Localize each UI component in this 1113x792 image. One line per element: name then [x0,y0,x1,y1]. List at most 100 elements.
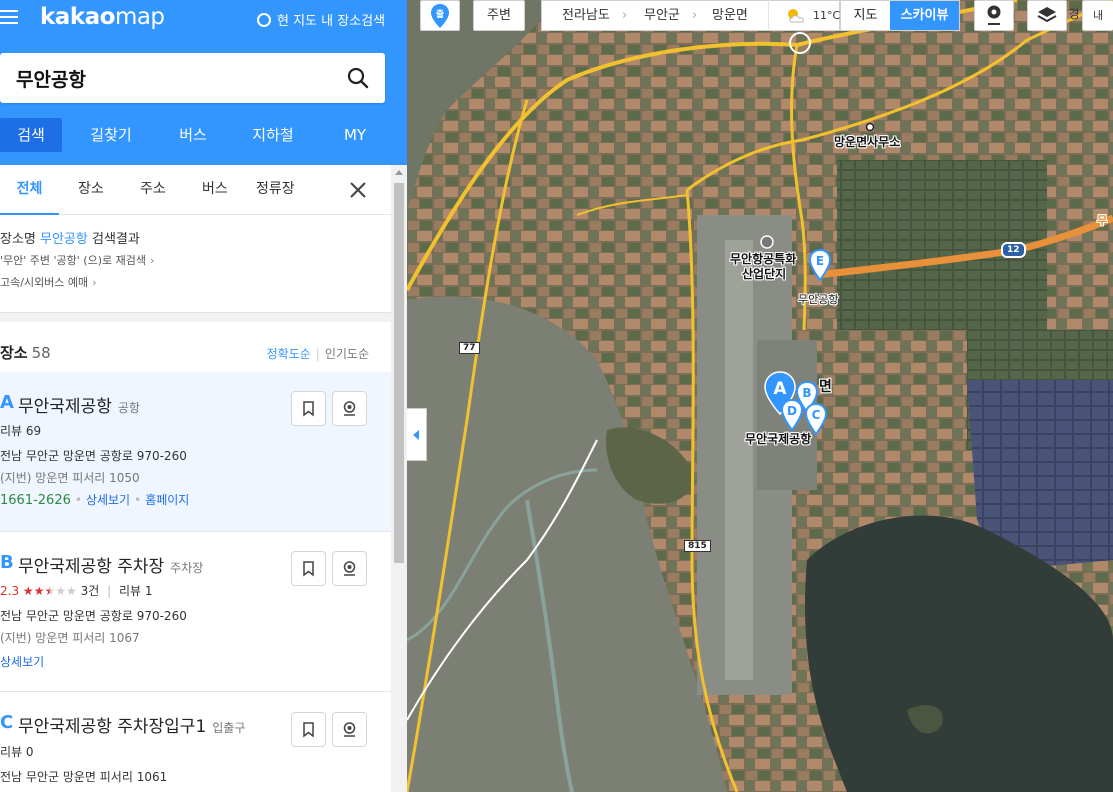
research-link[interactable]: '무안' 주변 '공항' (으)로 재검색 › [0,250,391,272]
extra-tool-fragment[interactable]: 경도 [1066,0,1082,31]
map-pin-e[interactable]: E [808,248,832,282]
tab-search[interactable]: 검색 [0,118,62,152]
star-empty-icon: ★ [55,584,66,598]
roadview-icon [987,5,1001,25]
search-input[interactable] [16,63,336,93]
place-name[interactable]: 무안국제공항 공항 [18,392,140,417]
rating-count[interactable]: 3건 [81,584,100,598]
roadview-icon [343,561,356,576]
map-label-edge-fragment: 무 [1097,214,1108,227]
roadview-button[interactable] [332,712,367,747]
places-count: 58 [31,344,51,362]
bookmark-icon [303,722,314,738]
place-item[interactable]: A 무안국제공항 공항 리뷰 69 전남 무안군 망운면 공항로 970-260 … [0,372,391,532]
place-review[interactable]: 리뷰 1 [119,584,153,598]
panel-collapse-button[interactable] [407,408,427,461]
route-12-shield: 12 [1001,242,1026,258]
map-label-town-fragment: 면 [819,379,832,395]
homepage-link[interactable]: 홈페이지 [145,493,189,507]
tab-subway[interactable]: 지하철 [242,118,304,152]
places-title: 장소 [0,344,28,362]
bookmark-icon [303,561,314,577]
place-name[interactable]: 무안국제공항 주차장 주차장 [18,552,203,577]
poi-dot-icon [865,122,875,132]
map-type-skyview[interactable]: 스카이뷰 [890,1,959,30]
map-label-intl-airport[interactable]: 무안국제공항 [745,430,811,447]
subtab-bus[interactable]: 버스 [202,165,228,215]
panel-scrollbar[interactable] [391,165,407,792]
search-icon[interactable] [347,67,369,89]
subtab-stop[interactable]: 정류장 [256,165,295,215]
satellite-imagery [407,0,1113,792]
place-address: 전남 무안군 망운면 공항로 970-260 [0,449,187,463]
search-panel: kakaomap 현 지도 내 장소검색 검색 길찾기 버스 지하철 MY 전체… [0,0,407,792]
scroll-thumb[interactable] [394,183,404,563]
roadview-button[interactable] [332,391,367,426]
skyview-map[interactable]: 망운면사무소 무안항공특화 산업단지 무안공항 면 무안국제공항 무 77 81… [407,0,1113,792]
bookmark-icon [303,401,314,417]
bookmark-button[interactable] [291,712,326,747]
map-label-office[interactable]: 망운면사무소 [834,133,900,150]
subtab-all[interactable]: 전체 [0,165,59,215]
place-rating-line: 2.3 ★★★★★ 3건 | 리뷰 1 [0,584,153,598]
sort-accuracy[interactable]: 정확도순 [267,347,311,361]
map-pin-d[interactable]: D [780,398,804,432]
subtab-address[interactable]: 주소 [140,165,166,215]
nearby-button[interactable]: 주변 [473,0,525,31]
bus-reserve-link[interactable]: 고속/시외버스 예매 › [0,272,391,294]
kakaomap-logo[interactable]: kakaomap [40,4,165,30]
sort-options: 정확도순 | 인기도순 [266,347,369,361]
sort-popular[interactable]: 인기도순 [325,347,369,361]
result-subtabs: 전체 장소 주소 버스 정류장 [0,165,391,215]
weather-widget[interactable]: 11°C [768,0,840,31]
route-77-shield: 77 [459,342,480,354]
result-summary: 장소명 무안공항 검색결과 '무안' 주변 '공항' (으)로 재검색 › 고속/… [0,228,391,294]
bookmark-button[interactable] [291,551,326,586]
subtab-places[interactable]: 장소 [78,165,104,215]
place-category: 주차장 [170,561,204,575]
chevron-right-icon: › [92,276,97,289]
departure-button[interactable]: 출 [420,0,460,31]
place-item[interactable]: C 무안국제공항 주차장입구1 입출구 리뷰 0 전남 무안군 망운면 피서리 1… [0,692,391,792]
extra-tool-fragment-2[interactable]: 내 [1082,0,1113,31]
place-address: 전남 무안군 망운면 피서리 1061 [0,770,168,784]
breadcrumb-province[interactable]: 전라남도 [562,1,610,30]
place-name[interactable]: 무안국제공항 주차장입구1 입출구 [18,712,245,737]
roadview-toggle-button[interactable] [974,0,1014,31]
place-links: 1661-2626 • 상세보기 • 홈페이지 [0,493,190,508]
place-review[interactable]: 리뷰 69 [0,422,41,439]
place-review[interactable]: 리뷰 0 [0,743,34,760]
departure-pin-icon: 출 [431,4,449,28]
tab-my[interactable]: MY [325,118,385,152]
tab-directions[interactable]: 길찾기 [80,118,142,152]
section-divider [0,312,391,322]
map-pin-c[interactable]: C [804,402,828,436]
bookmark-button[interactable] [291,391,326,426]
breadcrumb-town[interactable]: 망운면 [712,1,748,30]
tab-bus[interactable]: 버스 [162,118,224,152]
summary-line: 장소명 무안공항 검색결과 [0,232,140,247]
scroll-up-icon[interactable] [395,170,403,175]
chevron-right-icon: › [149,254,155,267]
place-rating: 2.3 [0,584,20,598]
poi-industrial-icon [760,235,774,249]
radio-icon [257,12,271,27]
menu-icon[interactable] [0,8,20,28]
detail-link[interactable]: 상세보기 [86,493,130,507]
map-area-search-toggle[interactable]: 현 지도 내 장소검색 [257,10,385,29]
place-phone[interactable]: 1661-2626 [0,493,71,508]
map-type-map[interactable]: 지도 [841,1,890,30]
chevron-left-icon [413,430,419,440]
layers-button[interactable] [1027,0,1067,31]
place-jibun: (지번) 망운면 피서리 1067 [0,631,140,645]
map-label-industrial-2[interactable]: 산업단지 [742,265,786,282]
breadcrumb-county[interactable]: 무안군 [644,1,680,30]
place-item[interactable]: B 무안국제공항 주차장 주차장 2.3 ★★★★★ 3건 | 리뷰 1 전남 무… [0,532,391,692]
rating-stars: ★★★★★ [23,584,77,598]
svg-text:출: 출 [436,8,444,20]
map-label-muan-airport[interactable]: 무안공항 [798,291,838,307]
roadview-button[interactable] [332,551,367,586]
close-icon[interactable] [349,181,367,199]
place-category: 공항 [117,401,140,415]
detail-link[interactable]: 상세보기 [0,653,44,670]
